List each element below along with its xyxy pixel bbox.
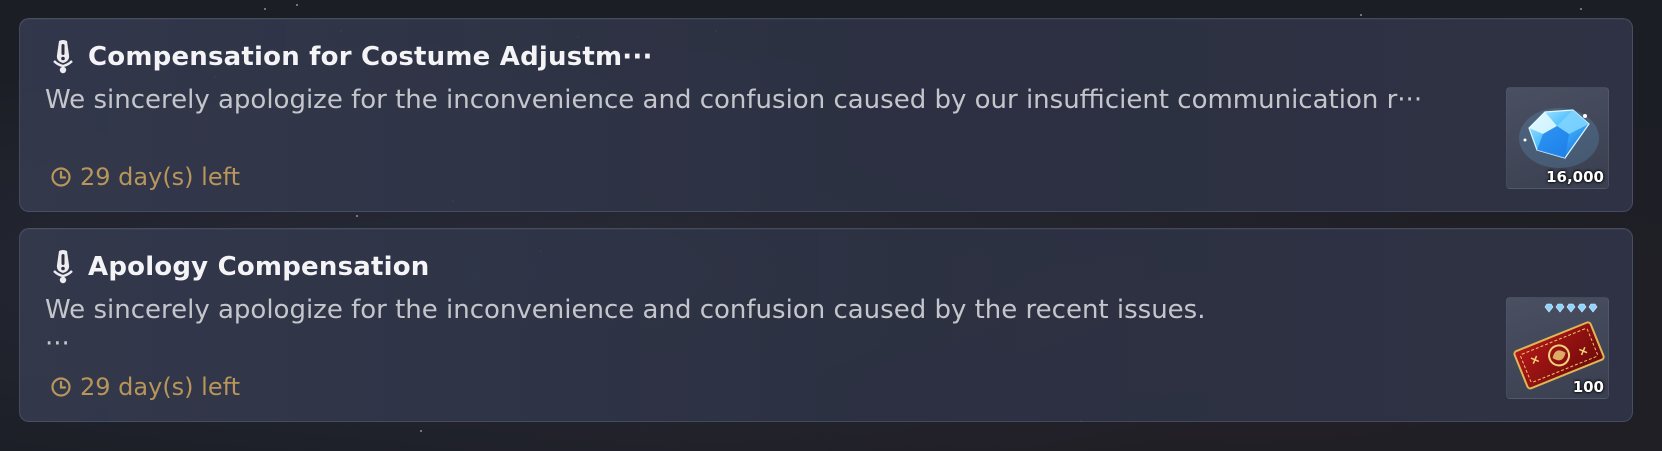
- reward-count: 100: [1572, 378, 1604, 396]
- expiry-text: 29 day(s) left: [80, 373, 241, 401]
- expiry-text: 29 day(s) left: [80, 163, 241, 191]
- mail-body-preview: We sincerely apologize for the inconveni…: [45, 293, 1425, 361]
- mail-title-row: Compensation for Costume Adjustm···: [50, 39, 653, 75]
- reward-item-slot[interactable]: 16,000: [1506, 87, 1609, 189]
- exclamation-notice-icon: [50, 249, 76, 285]
- mail-title: Compensation for Costume Adjustm···: [88, 42, 653, 72]
- mail-list: Compensation for Costume Adjustm··· We s…: [19, 18, 1633, 438]
- exclamation-notice-icon: [50, 39, 76, 75]
- mail-body-line: ···: [45, 329, 70, 359]
- expiry-indicator: 29 day(s) left: [50, 370, 240, 404]
- reward-count: 16,000: [1546, 168, 1604, 186]
- clock-icon: [50, 376, 72, 398]
- clock-icon: [50, 166, 72, 188]
- mail-item[interactable]: Apology Compensation We sincerely apolog…: [19, 228, 1633, 422]
- mail-title-row: Apology Compensation: [50, 249, 430, 285]
- mail-body-preview: We sincerely apologize for the inconveni…: [45, 83, 1425, 117]
- reward-item-slot[interactable]: 100: [1506, 297, 1609, 399]
- mail-title: Apology Compensation: [88, 252, 430, 282]
- expiry-indicator: 29 day(s) left: [50, 160, 240, 194]
- mail-item[interactable]: Compensation for Costume Adjustm··· We s…: [19, 18, 1633, 212]
- mail-body-line: We sincerely apologize for the inconveni…: [45, 295, 1206, 325]
- mail-body-line: We sincerely apologize for the inconveni…: [45, 85, 1423, 115]
